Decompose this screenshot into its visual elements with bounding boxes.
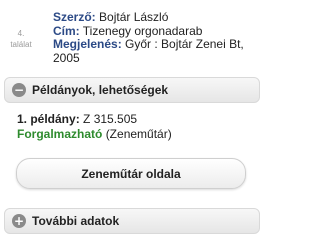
copy-status: Forgalmazható xyxy=(17,126,103,141)
publication-label: Megjelenés: xyxy=(53,37,122,52)
author-row: Szerző: Bojtár László xyxy=(53,10,260,25)
copies-section-header[interactable]: − Példányok, lehetőségek xyxy=(4,77,260,103)
copies-section-title: Példányok, lehetőségek xyxy=(32,83,169,97)
minus-icon: − xyxy=(12,83,26,97)
copies-list: 1. példány: Z 315.505 Forgalmazható (Zen… xyxy=(17,112,257,141)
author-label: Szerző: xyxy=(53,10,96,24)
library-page-button[interactable]: Zeneműtár oldala xyxy=(16,158,246,189)
result-number-suffix: találat xyxy=(10,40,32,49)
copy-call-number: Z 315.505 xyxy=(83,112,138,126)
result-number-value: 4. xyxy=(17,29,25,38)
title-row: Cím: Tizenegy orgonadarab xyxy=(53,23,260,39)
copy-status-row: Forgalmazható (Zeneműtár) xyxy=(17,127,257,142)
more-data-section-header[interactable]: + További adatok xyxy=(4,208,260,234)
copy-item: 1. példány: Z 315.505 xyxy=(17,112,257,127)
title-value: Tizenegy orgonadarab xyxy=(82,23,203,38)
more-data-section-title: További adatok xyxy=(32,214,120,228)
copy-label: 1. példány: xyxy=(17,112,80,126)
publication-row: Megjelenés: Győr : Bojtár Zenei Bt, 2005 xyxy=(53,37,260,65)
result-metadata: Szerző: Bojtár László Cím: Tizenegy orgo… xyxy=(53,10,260,65)
title-label: Cím: xyxy=(53,23,80,38)
search-result: 4. találat Szerző: Bojtár László Cím: Ti… xyxy=(0,0,264,72)
copy-status-note: (Zeneműtár) xyxy=(105,126,172,141)
plus-icon: + xyxy=(12,214,26,228)
result-number: 4. találat xyxy=(3,28,39,50)
author-value: Bojtár László xyxy=(99,10,169,24)
